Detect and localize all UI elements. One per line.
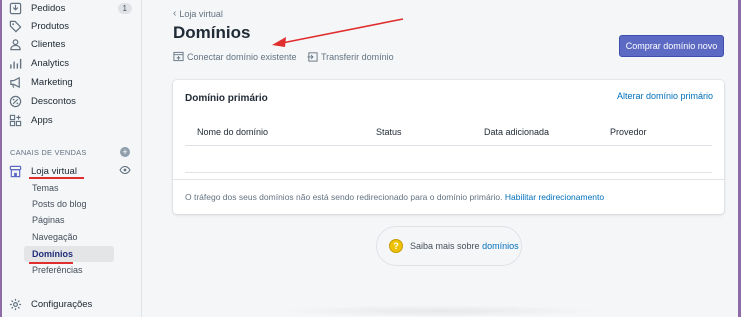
breadcrumb[interactable]: ‹ Loja virtual: [173, 8, 223, 19]
app-frame: Pedidos 1 Produtos Clientes Analytics Ma…: [2, 0, 738, 317]
column-header-date-added: Data adicionada: [484, 127, 550, 137]
sidebar-item-label: Apps: [31, 115, 53, 126]
card-divider: [173, 179, 724, 180]
transfer-domain-button[interactable]: Transferir domínio: [307, 51, 394, 62]
sidebar-item-label: Clientes: [31, 39, 66, 50]
column-header-domain-name: Nome do domínio: [197, 127, 269, 137]
breadcrumb-link[interactable]: Loja virtual: [179, 9, 223, 19]
sidebar-item-label: Pedidos: [31, 3, 66, 14]
help-text: Saiba mais sobre: [410, 241, 480, 251]
primary-domain-card: Domínio primário Alterar domínio primári…: [173, 80, 724, 214]
orders-icon: [9, 2, 22, 15]
change-primary-domain-link[interactable]: Alterar domínio primário: [617, 91, 713, 101]
sidebar-item-marketing[interactable]: Marketing: [2, 74, 140, 92]
card-title: Domínio primário: [185, 93, 268, 104]
redirect-notice: O tráfego dos seus domínios não está sen…: [185, 192, 604, 202]
view-store-eye-icon[interactable]: [119, 166, 131, 174]
tag-icon: [9, 20, 22, 33]
sidebar-sub-item-themes[interactable]: Temas: [24, 180, 114, 196]
store-icon: [9, 165, 22, 178]
online-store-annotation-underline: [29, 177, 84, 179]
sidebar-item-apps[interactable]: Apps: [2, 112, 140, 130]
redirect-notice-text: O tráfego dos seus domínios não está sen…: [185, 192, 503, 202]
table-divider: [185, 145, 712, 146]
discount-icon: [9, 95, 22, 108]
enable-redirect-link[interactable]: Habilitar redirecionamento: [505, 192, 604, 202]
sidebar-sub-item-domains[interactable]: Domínios: [24, 246, 114, 262]
gear-icon: [9, 298, 22, 311]
apps-icon: [9, 114, 22, 127]
chevron-left-icon: ‹: [173, 8, 177, 19]
table-divider: [185, 172, 712, 173]
sidebar: Pedidos 1 Produtos Clientes Analytics Ma…: [2, 0, 142, 317]
sidebar-sub-item-navigation[interactable]: Navegação: [24, 229, 114, 245]
add-sales-channel-button[interactable]: +: [120, 147, 130, 157]
buy-new-domain-button[interactable]: Comprar domínio novo: [619, 35, 724, 57]
connect-domain-label: Conectar domínio existente: [187, 51, 297, 62]
column-header-status: Status: [376, 127, 402, 137]
sidebar-item-label: Marketing: [31, 77, 73, 88]
connect-existing-domain-button[interactable]: Conectar domínio existente: [173, 51, 297, 62]
sidebar-item-label: Configurações: [31, 299, 93, 310]
main-content: ‹ Loja virtual Domínios Conectar domínio…: [143, 0, 738, 317]
sidebar-item-label: Loja virtual: [31, 166, 77, 177]
connect-domain-icon: [173, 51, 184, 62]
sidebar-item-settings[interactable]: Configurações: [2, 296, 140, 314]
sidebar-item-analytics[interactable]: Analytics: [2, 55, 140, 73]
sidebar-item-customers[interactable]: Clientes: [2, 36, 140, 54]
orders-count-badge: 1: [117, 3, 132, 14]
sidebar-item-orders[interactable]: Pedidos 1: [2, 0, 140, 18]
decorative-shadow: [273, 305, 603, 317]
sidebar-sub-item-blog-posts[interactable]: Posts do blog: [24, 196, 114, 212]
column-header-provider: Provedor: [610, 127, 647, 137]
sidebar-item-label: Descontos: [31, 96, 76, 107]
transfer-domain-label: Transferir domínio: [321, 51, 394, 62]
transfer-domain-icon: [307, 52, 318, 62]
question-icon: ?: [389, 239, 403, 253]
analytics-icon: [10, 58, 22, 69]
sidebar-item-label: Produtos: [31, 21, 70, 32]
sales-channels-heading: CANAIS DE VENDAS: [10, 148, 87, 157]
sidebar-item-label: Analytics: [31, 58, 70, 69]
sidebar-item-discounts[interactable]: Descontos: [2, 93, 140, 111]
sidebar-item-products[interactable]: Produtos: [2, 18, 140, 36]
marketing-icon: [10, 76, 20, 89]
sidebar-sub-item-pages[interactable]: Páginas: [24, 212, 114, 228]
customers-icon: [10, 39, 21, 51]
page-title: Domínios: [173, 23, 251, 42]
sidebar-sub-item-preferences[interactable]: Preferências: [24, 262, 114, 278]
learn-about-domains-link[interactable]: domínios: [482, 241, 519, 251]
help-footer: ? Saiba mais sobre domínios: [376, 226, 522, 266]
